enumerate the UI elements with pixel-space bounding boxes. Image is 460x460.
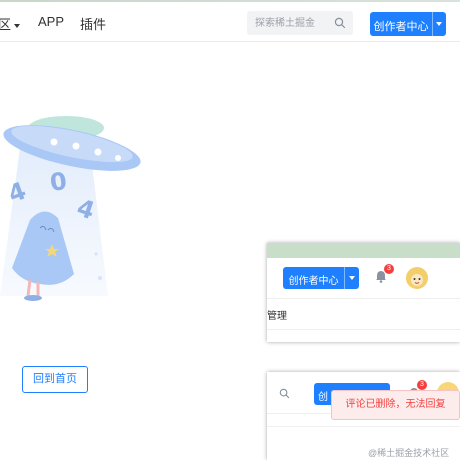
nav-item-plugins[interactable]: 插件 [80, 14, 106, 33]
search-input[interactable] [255, 15, 333, 31]
nav-item-community[interactable]: 区 [0, 14, 21, 33]
notification-badge: 3 [417, 380, 427, 390]
nav-item-label: 插件 [80, 17, 107, 32]
ufo-404-illustration: 4 0 4 [0, 116, 141, 301]
menu-text: 管理 [267, 311, 287, 322]
notification-badge: 3 [384, 264, 394, 274]
nav-item-app[interactable]: APP [38, 14, 64, 29]
search-icon[interactable] [334, 17, 346, 29]
chevron-down-icon [349, 276, 355, 280]
avatar [406, 267, 428, 289]
button-divider [432, 12, 433, 36]
embedded-screenshot-top: 创作者中心 3 管理 [267, 243, 460, 342]
error-toast: 评论已删除，无法回复 [331, 390, 460, 420]
creator-center-label: 创 [318, 392, 328, 403]
divider [267, 298, 460, 299]
back-to-home-button[interactable]: 回到首页 [22, 366, 88, 393]
chevron-down-icon[interactable] [436, 22, 442, 26]
creator-center-label: 创作者中心 [373, 21, 429, 33]
divider [267, 329, 460, 330]
search-icon [279, 388, 290, 399]
button-divider [344, 267, 345, 289]
nav-item-label: 区 [0, 17, 12, 32]
creator-center-button: 创作者中心 [283, 267, 359, 289]
chevron-down-icon [14, 23, 21, 28]
header-band [267, 243, 460, 258]
creator-center-button[interactable]: 创作者中心 [370, 12, 446, 36]
top-navbar: 区 APP 插件 创作者中心 [0, 2, 460, 42]
nav-item-label: APP [38, 14, 65, 29]
watermark: @稀土掘金技术社区 [368, 448, 450, 458]
divider [267, 426, 460, 427]
search-box[interactable] [247, 11, 353, 35]
creator-center-label: 创作者中心 [288, 276, 339, 287]
avatar-face-icon [406, 267, 428, 289]
